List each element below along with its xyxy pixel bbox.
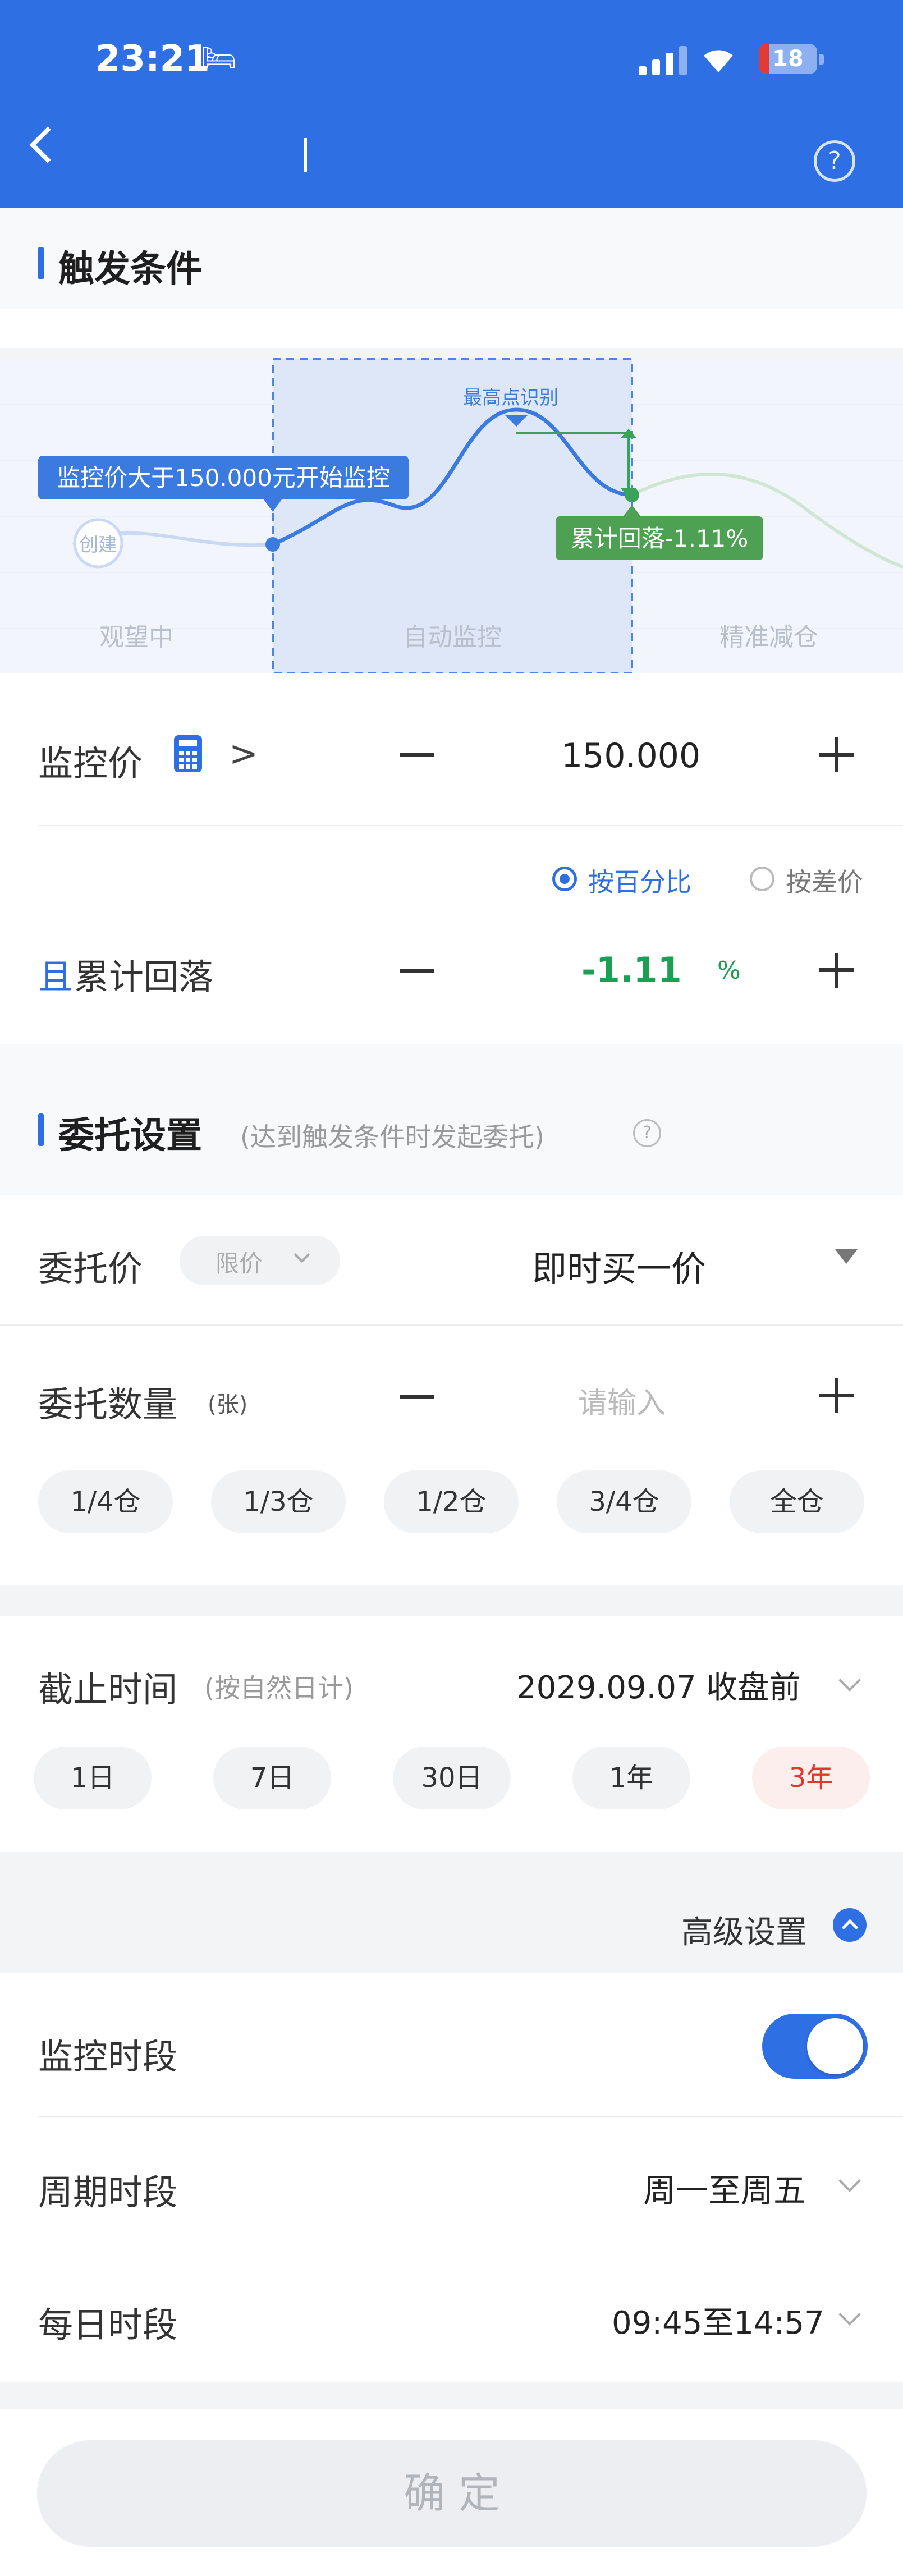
create-label: 创建 xyxy=(79,534,117,556)
order-title: 委托设置 xyxy=(58,1115,202,1157)
phase-auto: 自动监控 xyxy=(403,623,502,652)
sleep-mode-icon: 🛏 xyxy=(201,42,237,74)
trigger-diagram: 创建 最高点识别 监控价大于150.000元开始监控 累计回落-1.11% 观望… xyxy=(0,358,903,673)
radio-diff[interactable] xyxy=(750,867,774,891)
cycle-label: 周期时段 xyxy=(38,2172,178,2213)
daily-value[interactable]: 09:45至14:57 xyxy=(612,2298,824,2343)
start-bubble-text: 监控价大于150.000元开始监控 xyxy=(57,464,390,492)
divider xyxy=(38,2116,903,2117)
monitor-price-value[interactable]: 150.000 xyxy=(561,736,700,776)
order-subtitle: (达到触发条件时发起委托) xyxy=(240,1122,544,1152)
section-accent xyxy=(38,1113,44,1146)
monitor-price-minus[interactable] xyxy=(400,753,434,757)
section-accent xyxy=(38,247,44,279)
signal-icon xyxy=(639,46,687,75)
wifi-icon xyxy=(700,43,736,82)
monitor-price-label: 监控价 xyxy=(38,743,143,784)
phase-reduce: 精准减仓 xyxy=(719,623,818,652)
period-chip[interactable]: 1年 xyxy=(572,1747,690,1809)
deadline-label: 截止时间 xyxy=(38,1669,178,1710)
diagram-top-pad xyxy=(0,309,903,348)
caret-down-icon[interactable] xyxy=(835,1249,858,1264)
cycle-value[interactable]: 周一至周五 xyxy=(643,2164,806,2211)
battery-tip xyxy=(819,54,824,65)
radio-percent-label[interactable]: 按百分比 xyxy=(588,862,691,899)
quantity-minus[interactable] xyxy=(400,1395,434,1399)
period-chip[interactable]: 30日 xyxy=(393,1747,511,1809)
battery-icon: 18 xyxy=(759,44,817,74)
divider xyxy=(38,825,903,826)
deadline-form xyxy=(0,1616,903,1852)
order-price-label: 委托价 xyxy=(38,1248,143,1289)
chevron-up-icon[interactable] xyxy=(833,1908,867,1942)
chevron-down-icon xyxy=(294,1246,310,1263)
drawdown-label: 累计回落 xyxy=(74,956,214,997)
gap xyxy=(0,2382,903,2409)
order-price-value[interactable]: 即时买一价 xyxy=(532,1240,706,1291)
gap xyxy=(0,1585,903,1616)
drawdown-value[interactable]: -1.11 xyxy=(581,950,682,991)
position-chip[interactable]: 全仓 xyxy=(730,1470,864,1533)
help-icon[interactable]: ? xyxy=(814,140,855,182)
price-type-select[interactable]: 限价 xyxy=(180,1236,340,1285)
peak-label: 最高点识别 xyxy=(463,387,558,409)
top-bar xyxy=(0,0,903,208)
period-chip[interactable]: 7日 xyxy=(213,1747,331,1809)
advanced-toggle-label[interactable]: 高级设置 xyxy=(681,1907,807,1952)
quantity-label: 委托数量 xyxy=(38,1384,178,1425)
deadline-value[interactable]: 2029.09.07 收盘前 xyxy=(516,1662,800,1708)
price-type-value: 限价 xyxy=(216,1250,263,1277)
phase-watching: 观望中 xyxy=(99,623,173,652)
monitor-period-label: 监控时段 xyxy=(38,2036,178,2077)
period-chip[interactable]: 1日 xyxy=(34,1747,152,1809)
quantity-unit: (张) xyxy=(208,1392,248,1418)
radio-percent[interactable] xyxy=(552,867,577,891)
title-placeholder xyxy=(304,138,307,172)
drawdown-plus[interactable] xyxy=(819,953,854,988)
drawdown-minus[interactable] xyxy=(400,969,434,973)
monitor-operator[interactable]: > xyxy=(229,733,258,774)
daily-label: 每日时段 xyxy=(38,2304,178,2345)
monitor-price-plus[interactable] xyxy=(819,737,854,772)
quantity-input[interactable]: 请输入 xyxy=(578,1379,666,1422)
start-point xyxy=(265,537,280,552)
position-chip[interactable]: 1/3仓 xyxy=(211,1470,346,1533)
calculator-icon[interactable] xyxy=(174,735,202,772)
radio-diff-label[interactable]: 按差价 xyxy=(786,862,863,899)
position-chip[interactable]: 3/4仓 xyxy=(557,1470,691,1533)
status-time: 23:21 xyxy=(95,38,210,80)
drawdown-unit: % xyxy=(717,956,741,985)
deadline-hint: (按自然日计) xyxy=(204,1673,354,1703)
battery-level: 18 xyxy=(772,46,804,72)
trigger-title: 触发条件 xyxy=(58,249,202,290)
divider xyxy=(0,1324,903,1326)
confirm-button[interactable]: 确 定 xyxy=(37,2440,867,2547)
order-help-icon[interactable]: ? xyxy=(633,1119,661,1147)
position-chip[interactable]: 1/4仓 xyxy=(38,1470,173,1533)
drawdown-bubble-text: 累计回落-1.11% xyxy=(571,525,749,552)
monitor-period-toggle[interactable] xyxy=(762,2014,868,2079)
drawdown-prefix: 且 xyxy=(38,956,74,997)
quantity-plus[interactable] xyxy=(819,1378,854,1413)
period-chip-selected[interactable]: 3年 xyxy=(752,1747,870,1809)
position-chip[interactable]: 1/2仓 xyxy=(384,1470,519,1533)
